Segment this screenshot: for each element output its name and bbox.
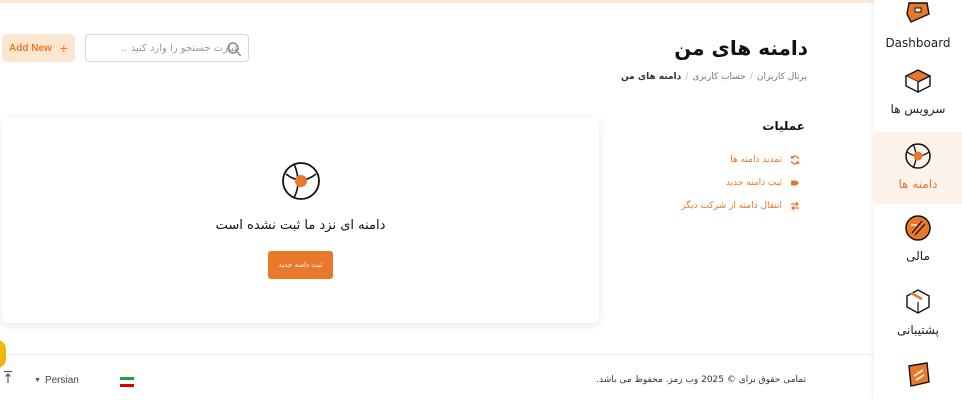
sidebar-item-domains[interactable]: دامنه ها: [874, 132, 962, 204]
add-new-button[interactable]: Add New +: [2, 34, 75, 62]
dashboard-icon: [906, 2, 930, 23]
top-accent-strip: [0, 0, 874, 3]
transfer-domain-link[interactable]: انتقال دامنه از شرکت دیگر: [681, 194, 800, 217]
register-domain-link[interactable]: ثبت دامنه جدید: [681, 171, 800, 194]
renew-domains-link[interactable]: تمدید دامنه ها: [681, 148, 800, 171]
scroll-to-top-icon[interactable]: [3, 370, 13, 384]
copyright-text: تمامی حقوق برای © 2025 وب رمز. محفوظ می …: [596, 375, 806, 385]
iran-flag-icon: [120, 377, 134, 387]
support-icon: [905, 289, 931, 314]
more-icon: [908, 362, 930, 387]
sidebar-item-services[interactable]: سرویس ها: [874, 66, 962, 130]
sidebar-item-label: سرویس ها: [890, 102, 946, 116]
finance-icon: [905, 215, 931, 241]
plus-icon: +: [59, 40, 68, 56]
sidebar-item-label: دامنه ها: [898, 177, 938, 191]
sidebar-item-label: Dashboard: [885, 36, 951, 50]
sidebar-item-more[interactable]: [874, 360, 962, 400]
transfer-icon: [791, 201, 799, 210]
page-title: دامنه های من: [674, 36, 808, 60]
caret-down-icon: ▼: [34, 377, 41, 384]
breadcrumb-separator: /: [685, 72, 689, 82]
sidebar-item-dashboard[interactable]: Dashboard: [874, 0, 962, 60]
breadcrumb-separator: /: [749, 72, 753, 82]
breadcrumb-item-portal[interactable]: پرتال کاربران: [757, 72, 807, 82]
sidebar-item-support[interactable]: پشتیبانی: [874, 287, 962, 351]
tag-icon: [791, 180, 799, 185]
register-new-domain-button[interactable]: ثبت دامنه جدید: [268, 251, 333, 279]
services-box-icon: [904, 69, 932, 94]
sidebar-item-finance[interactable]: مالی: [874, 213, 962, 277]
empty-domains-card: دامنه ای نزد ما ثبت نشده است ثبت دامنه ج…: [2, 118, 599, 323]
sidebar-item-label: مالی: [906, 249, 930, 263]
language-label: Persian: [44, 375, 79, 386]
footer-divider: [0, 354, 874, 355]
empty-state-message: دامنه ای نزد ما ثبت نشده است: [215, 218, 386, 233]
search-icon[interactable]: [226, 41, 242, 57]
operations-list: تمدید دامنه ها ثبت دامنه جدید انتقال دام…: [681, 148, 800, 217]
register-domain-label: ثبت دامنه جدید: [725, 177, 782, 188]
refresh-icon: [790, 154, 800, 165]
breadcrumb-item-account[interactable]: حساب کاربری: [692, 72, 746, 82]
renew-domains-label: تمدید دامنه ها: [730, 154, 782, 165]
add-new-label: Add New: [9, 42, 52, 54]
sidebar-item-label: پشتیبانی: [897, 323, 939, 337]
language-selector[interactable]: ▼ Persian: [34, 375, 134, 387]
sidebar-nav: Dashboard سرویس ها دامنه ها مالی پشتیبان…: [874, 0, 962, 400]
chat-widget-button[interactable]: [0, 340, 6, 368]
globe-icon: [282, 162, 320, 200]
operations-title: عملیات: [762, 119, 805, 133]
globe-icon: [905, 143, 931, 169]
search-box[interactable]: [85, 34, 249, 62]
breadcrumb: پرتال کاربران/حساب کاربری/دامنه های من: [621, 72, 807, 82]
breadcrumb-item-current: دامنه های من: [621, 72, 682, 82]
transfer-domain-label: انتقال دامنه از شرکت دیگر: [681, 200, 782, 211]
search-input[interactable]: [112, 39, 240, 57]
